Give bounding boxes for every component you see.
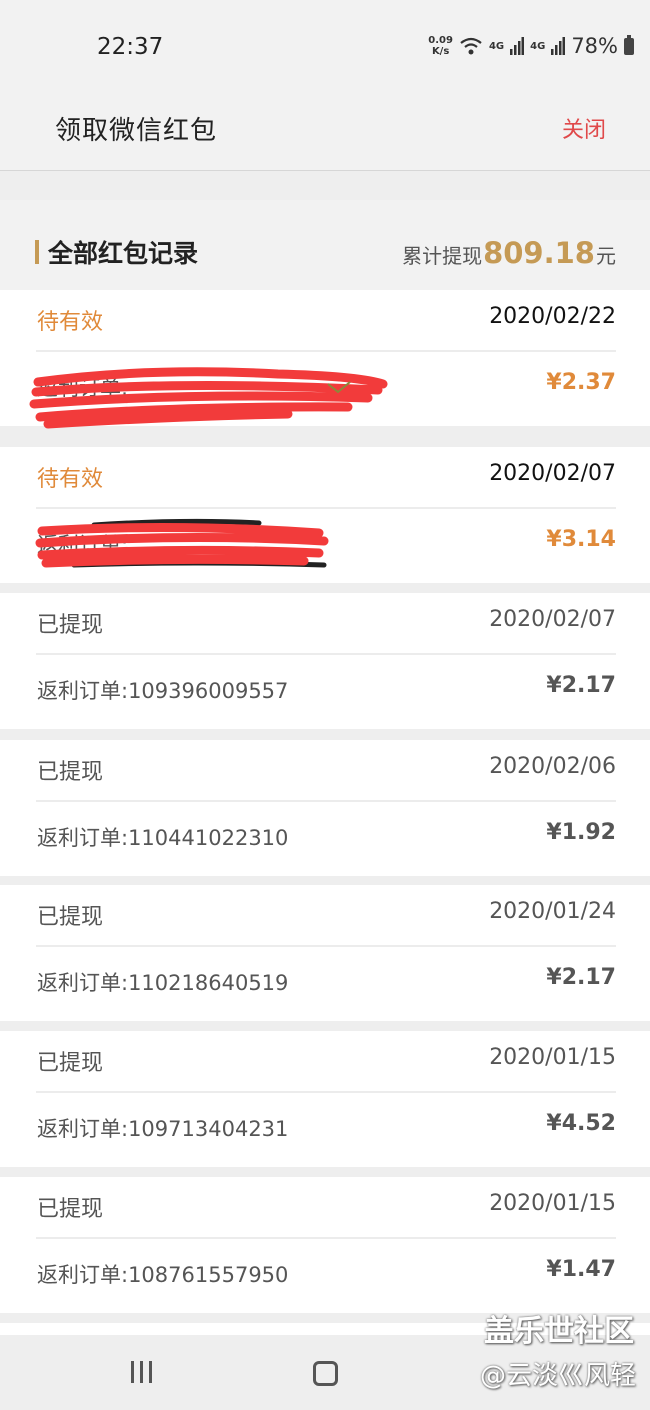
record-order: 返利订单:108761557950 [37,1263,289,1287]
total-label: 累计提现 [402,244,483,268]
record-order: 返利订单:109396009557 [37,679,289,703]
record-date: 2020/01/15 [489,1191,616,1216]
status-bar: 22:37 0.09 K/s 4G 4G 78% [0,0,650,92]
total-withdrawn: 累计提现 809.18 元 [402,236,616,270]
divider [36,350,616,352]
page-header: 领取微信红包 关闭 [0,92,650,171]
status-indicators: 0.09 K/s 4G 4G 78% [428,34,634,58]
record-card[interactable]: 待有效 2020/02/22 返利订单: ¥2.37 [0,290,650,429]
divider [36,1091,616,1093]
record-status: 待有效 [37,467,104,492]
record-amount: ¥2.37 [546,370,616,395]
record-date: 2020/02/06 [489,754,616,779]
record-amount: ¥2.17 [546,673,616,698]
status-time: 22:37 [97,34,164,60]
close-button[interactable]: 关闭 [562,112,606,144]
divider [36,800,616,802]
battery-icon [624,34,634,55]
record-amount: ¥2.17 [546,965,616,990]
record-card[interactable]: 已提现 2020/01/15 返利订单:109713404231 ¥4.52 [0,1031,650,1167]
battery-percent: 78% [571,34,618,58]
watermark-community: 盖乐世社区 [484,1314,634,1349]
record-date: 2020/02/22 [489,304,616,329]
page-title: 领取微信红包 [55,116,218,146]
network-type-1: 4G [488,40,505,52]
record-status: 已提现 [37,905,104,930]
record-amount: ¥3.14 [546,527,616,552]
record-card[interactable]: 已提现 2020/01/15 返利订单:108761557950 ¥1.47 [0,1177,650,1313]
network-speed: 0.09 K/s [428,35,453,57]
record-date: 2020/02/07 [489,607,616,632]
record-status: 已提现 [37,760,104,785]
redaction-scribble [35,518,329,568]
record-date: 2020/01/24 [489,899,616,924]
record-status: 已提现 [37,1197,104,1222]
watermark-author: @云淡巛风轻 [479,1361,636,1391]
signal-icon-2 [551,37,566,55]
divider [36,1237,616,1239]
record-date: 2020/01/15 [489,1045,616,1070]
total-amount: 809.18 [483,236,595,270]
divider [36,507,616,509]
record-amount: ¥1.47 [546,1257,616,1282]
record-amount: ¥1.92 [546,820,616,845]
wifi-icon [460,37,482,55]
network-type-2: 4G [530,40,546,52]
redaction-scribble [29,367,388,429]
divider [36,945,616,947]
divider [36,653,616,655]
recents-icon [131,1361,134,1383]
record-card[interactable]: 已提现 2020/02/07 返利订单:109396009557 ¥2.17 [0,593,650,729]
record-status: 已提现 [37,613,104,638]
record-date: 2020/02/07 [489,461,616,486]
record-card[interactable]: 待有效 2020/02/07 返利订单: ¥3.14 [0,447,650,583]
record-order: 返利订单:109713404231 [37,1117,289,1141]
record-card[interactable]: 已提现 2020/02/06 返利订单:110441022310 ¥1.92 [0,740,650,876]
recents-button[interactable] [131,1361,152,1383]
record-status: 已提现 [37,1051,104,1076]
signal-icon [510,37,525,55]
section-accent-bar [35,240,39,264]
record-status: 待有效 [37,310,104,335]
home-button[interactable] [313,1361,338,1386]
record-card[interactable]: 已提现 2020/01/24 返利订单:110218640519 ¥2.17 [0,885,650,1021]
record-order: 返利订单:110441022310 [37,826,289,850]
record-amount: ¥4.52 [546,1111,616,1136]
record-order: 返利订单:110218640519 [37,971,289,995]
section-title: 全部红包记录 [48,239,199,268]
records-summary: 全部红包记录 累计提现 809.18 元 [0,200,650,290]
total-unit: 元 [596,244,616,268]
